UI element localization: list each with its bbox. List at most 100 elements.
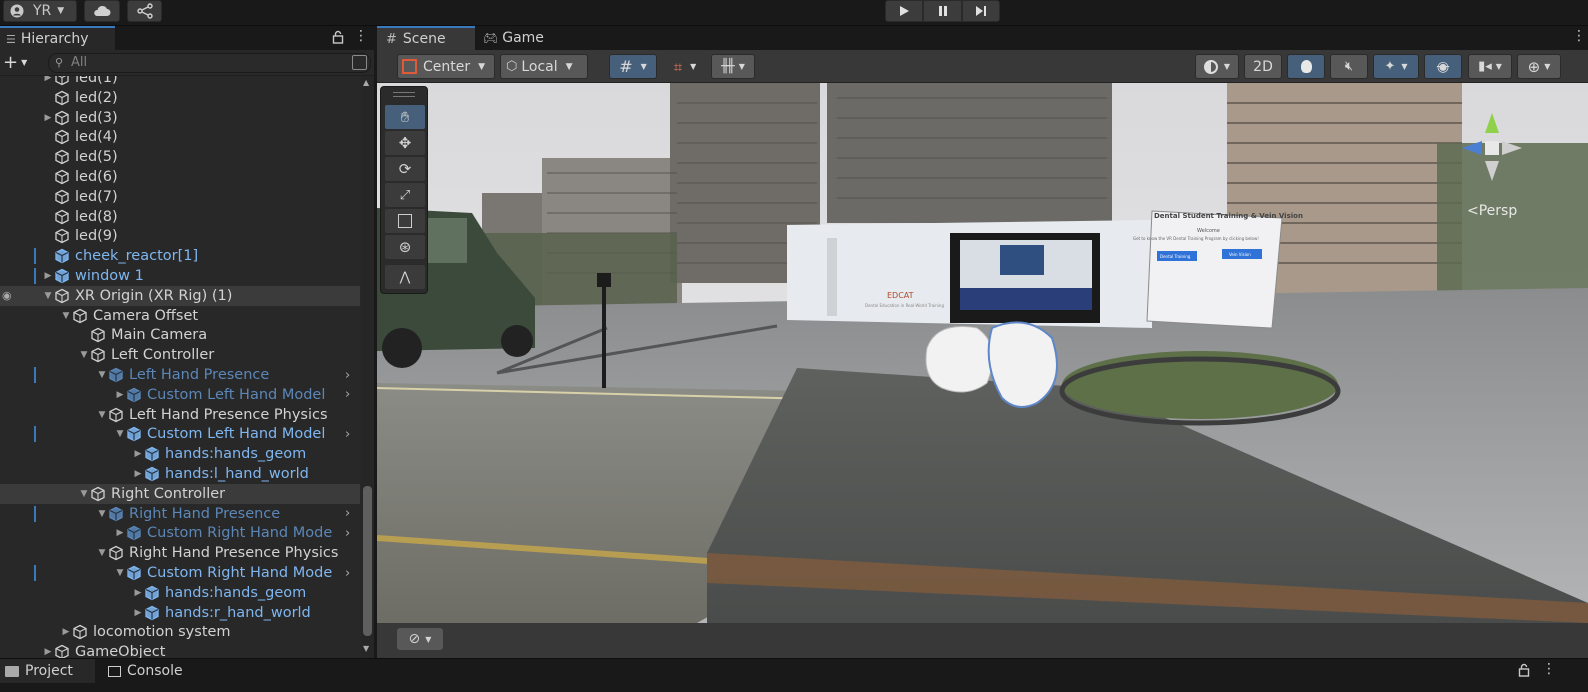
hierarchy-scrollbar[interactable]: ▲ ▼ [361,76,374,658]
kebab-menu-icon[interactable]: ⋮ [1572,28,1586,44]
tab-project[interactable]: Project [0,659,95,683]
play-button[interactable] [885,0,923,22]
hierarchy-item[interactable]: ▼ Left Hand Presence › [0,365,360,385]
tab-scene[interactable]: # Scene [377,26,475,50]
hierarchy-item[interactable]: ▶ led(3) [0,108,360,128]
hierarchy-item[interactable]: ▼ Right Controller [0,483,360,504]
hierarchy-item[interactable]: led(5) [0,147,360,167]
transform-tool[interactable]: ⊛ [385,235,425,259]
expand-closed-icon[interactable]: ▶ [114,390,126,400]
hierarchy-item[interactable]: ▶ hands:r_hand_world [0,603,360,623]
pause-button[interactable] [923,0,962,22]
expand-closed-icon[interactable]: ▶ [114,528,126,538]
space-dropdown[interactable]: ⬡ Local ▼ [500,54,588,79]
expand-closed-icon[interactable]: ▶ [132,608,144,618]
hierarchy-item[interactable]: ▶ led(1) [0,76,360,88]
expand-open-icon[interactable]: ▼ [114,568,126,578]
expand-open-icon[interactable]: ▼ [96,548,108,558]
hierarchy-item[interactable]: ◉ ▼ XR Origin (XR Rig) (1) [0,285,360,306]
overlay-dropdown[interactable]: ⊘ ▼ [397,628,443,650]
persp-label[interactable]: <Persp [1467,203,1517,219]
create-button[interactable]: + ▼ [3,52,35,73]
expand-closed-icon[interactable]: ▶ [132,449,144,459]
open-prefab-icon[interactable]: › [345,566,350,581]
expand-open-icon[interactable]: ▼ [42,291,54,301]
scroll-thumb[interactable] [363,486,372,636]
expand-closed-icon[interactable]: ▶ [60,627,72,637]
scale-tool[interactable]: ⤢ [385,183,425,207]
expand-open-icon[interactable]: ▼ [96,509,108,519]
pivot-dropdown[interactable]: Center ▼ [397,54,495,79]
step-button[interactable] [962,0,1000,22]
hierarchy-item[interactable]: ▶ locomotion system [0,622,360,642]
lock-icon[interactable] [1518,663,1530,677]
hand-tool[interactable]: ✋︎ [385,105,425,129]
expand-closed-icon[interactable]: ▶ [132,469,144,479]
scroll-down-icon[interactable]: ▼ [363,644,369,653]
rect-tool[interactable] [385,209,425,233]
expand-open-icon[interactable]: ▼ [114,429,126,439]
tab-console[interactable]: Console [103,659,203,683]
shading-mode-dropdown[interactable]: ▼ [1195,54,1239,79]
collab-button[interactable] [127,0,162,22]
hierarchy-item[interactable]: led(2) [0,88,360,108]
gizmos-dropdown[interactable]: ⊕ ▼ [1517,54,1561,79]
hierarchy-item[interactable]: ▼ Camera Offset [0,306,360,326]
rotate-tool[interactable]: ⟳ [385,157,425,181]
move-tool[interactable]: ✥ [385,131,425,155]
camera-dropdown[interactable]: ▮◂ ▼ [1468,54,1512,79]
hierarchy-item[interactable]: Main Camera [0,325,360,345]
open-prefab-icon[interactable]: › [345,368,350,383]
hierarchy-item[interactable]: ▼ Right Hand Presence › [0,504,360,524]
hierarchy-item[interactable]: led(8) [0,207,360,227]
expand-open-icon[interactable]: ▼ [96,410,108,420]
expand-open-icon[interactable]: ▼ [78,350,90,360]
hierarchy-item[interactable]: ▶ hands:hands_geom [0,583,360,603]
hierarchy-item[interactable]: ▼ Custom Left Hand Model › [0,424,360,444]
cloud-button[interactable] [84,0,120,22]
hierarchy-item[interactable]: ▶ hands:hands_geom [0,444,360,464]
hierarchy-item[interactable]: led(4) [0,127,360,147]
grid-snap-button[interactable]: # ▼ [609,54,657,79]
gizmo-center[interactable] [1485,141,1499,155]
expand-open-icon[interactable]: ▼ [78,489,90,499]
toggle-2d-button[interactable]: 2D [1244,54,1282,79]
audio-toggle[interactable]: 🔇︎ [1330,54,1368,79]
tool-drag-handle[interactable] [393,92,415,97]
lighting-toggle[interactable] [1287,54,1325,79]
open-prefab-icon[interactable]: › [345,387,350,402]
hierarchy-item[interactable]: ▶ window 1 [0,266,360,286]
visibility-icon[interactable]: ◉ [2,289,12,302]
expand-open-icon[interactable]: ▼ [96,370,108,380]
hierarchy-item[interactable]: led(7) [0,187,360,207]
scene-viewport[interactable]: EDCAT Dental Education in Real-World Tra… [377,83,1588,623]
search-input[interactable]: ⚲ All [48,53,371,73]
hierarchy-item[interactable]: led(6) [0,167,360,187]
account-dropdown[interactable]: YR ▼ [3,0,77,22]
custom-tool[interactable]: ⋀ [385,265,425,289]
kebab-menu-icon[interactable]: ⋮ [1542,661,1556,677]
open-prefab-icon[interactable]: › [345,506,350,521]
open-prefab-icon[interactable]: › [345,526,350,541]
hierarchy-item[interactable]: ▼ Left Controller [0,345,360,365]
scroll-up-icon[interactable]: ▲ [363,78,369,87]
expand-closed-icon[interactable]: ▶ [42,647,54,657]
lock-icon[interactable] [332,30,344,44]
increment-snap-button[interactable]: ⌗ ▼ [664,54,706,79]
hierarchy-item[interactable]: ▼ Left Hand Presence Physics [0,405,360,425]
kebab-menu-icon[interactable]: ⋮ [354,28,368,44]
hierarchy-item[interactable]: ▼ Right Hand Presence Physics [0,543,360,563]
ruler-snap-button[interactable]: ╫╫ ▼ [711,54,755,79]
tab-hierarchy[interactable]: ☰ Hierarchy [0,26,115,50]
expand-closed-icon[interactable]: ▶ [42,271,54,281]
expand-closed-icon[interactable]: ▶ [42,113,54,123]
hierarchy-item[interactable]: cheek_reactor[1] [0,246,360,266]
effects-dropdown[interactable]: ✦ ▼ [1373,54,1419,79]
open-prefab-icon[interactable]: › [345,427,350,442]
expand-open-icon[interactable]: ▼ [60,311,72,321]
expand-closed-icon[interactable]: ▶ [132,588,144,598]
search-options-icon[interactable] [352,55,367,70]
expand-closed-icon[interactable]: ▶ [42,76,54,83]
hierarchy-item[interactable]: ▶ hands:l_hand_world [0,464,360,484]
tab-game[interactable]: 🎮︎ Game [475,26,555,50]
